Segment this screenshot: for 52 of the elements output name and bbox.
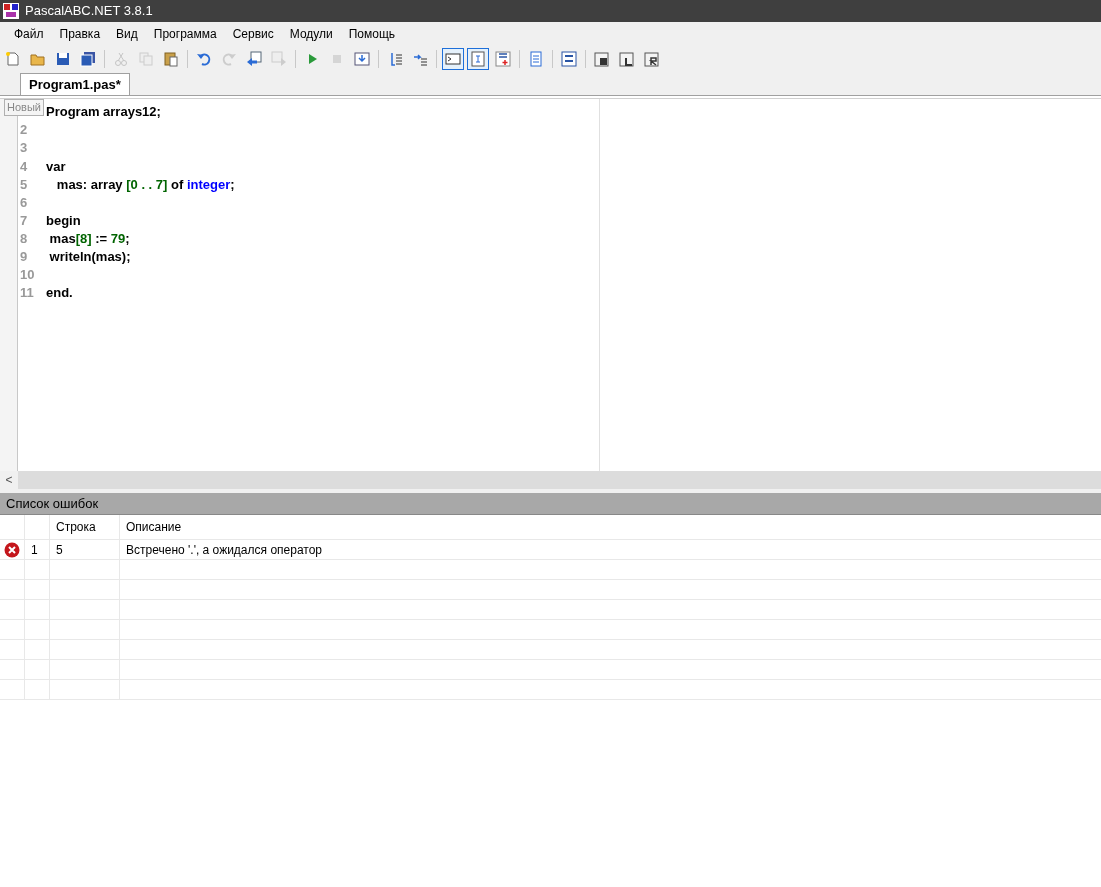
step-over-icon [412,51,428,67]
line-number: 4 [19,157,29,176]
code-line: begin [46,211,81,230]
scroll-left-button[interactable]: < [0,471,18,489]
line-number: 2 [19,121,29,140]
line-number: 10 [19,266,36,285]
code-line: var [46,157,66,176]
tooltip: Новый [4,99,44,116]
file-tab[interactable]: Program1.pas* [20,73,130,95]
menu-item[interactable]: Программа [145,23,225,45]
panel-title: Список ошибок [0,493,1101,515]
app-logo-icon [3,3,19,19]
menu-item[interactable]: Файл [6,23,52,45]
table-cell: 1 [25,540,50,559]
copy-icon [138,51,154,67]
code-line: end. [46,284,73,303]
window-title: PascalABC.NET 3.8.1 [25,2,153,21]
folder-icon [30,51,46,67]
cut-icon [113,51,129,67]
text-cursor-icon [470,51,486,67]
line-number: 5 [19,175,29,194]
menu-item[interactable]: Правка [51,23,109,45]
line-number: 3 [19,139,29,158]
paste-icon [163,51,179,67]
menu-item[interactable]: Модули [281,23,341,45]
undo-icon [196,51,212,67]
table-cell-text: Встречено '.', а ожидался оператор [125,541,324,559]
back-arrow-icon [246,51,262,67]
menu-item[interactable]: Помощь [340,23,404,45]
menu-item[interactable]: Сервис [224,23,282,45]
forward-arrow-icon [271,51,287,67]
redo-icon [221,51,237,67]
line-number: 11 [19,284,35,303]
save-icon [55,51,71,67]
error-icon [4,541,20,558]
new-file-icon [5,51,21,67]
line-number: 7 [19,211,29,230]
line-number: 6 [19,193,29,212]
line-number: 9 [19,248,29,267]
column-header[interactable]: Строка [50,515,120,539]
toolbar-button[interactable] [558,48,580,70]
console-icon [445,51,461,67]
code-line: mas[8] := 79; [48,229,130,248]
code-line: mas: array [0 . . 7] of integer; [55,175,235,194]
save-all-icon [80,51,96,67]
code-line: writeln(mas); [48,248,131,267]
line-number: 8 [19,229,29,248]
list-icon [528,51,544,67]
table-cell: 5 [50,540,120,559]
code-line: Program arrays12; [46,103,161,122]
column-header[interactable]: Описание [120,515,1101,539]
menu-item[interactable]: Вид [108,23,146,45]
